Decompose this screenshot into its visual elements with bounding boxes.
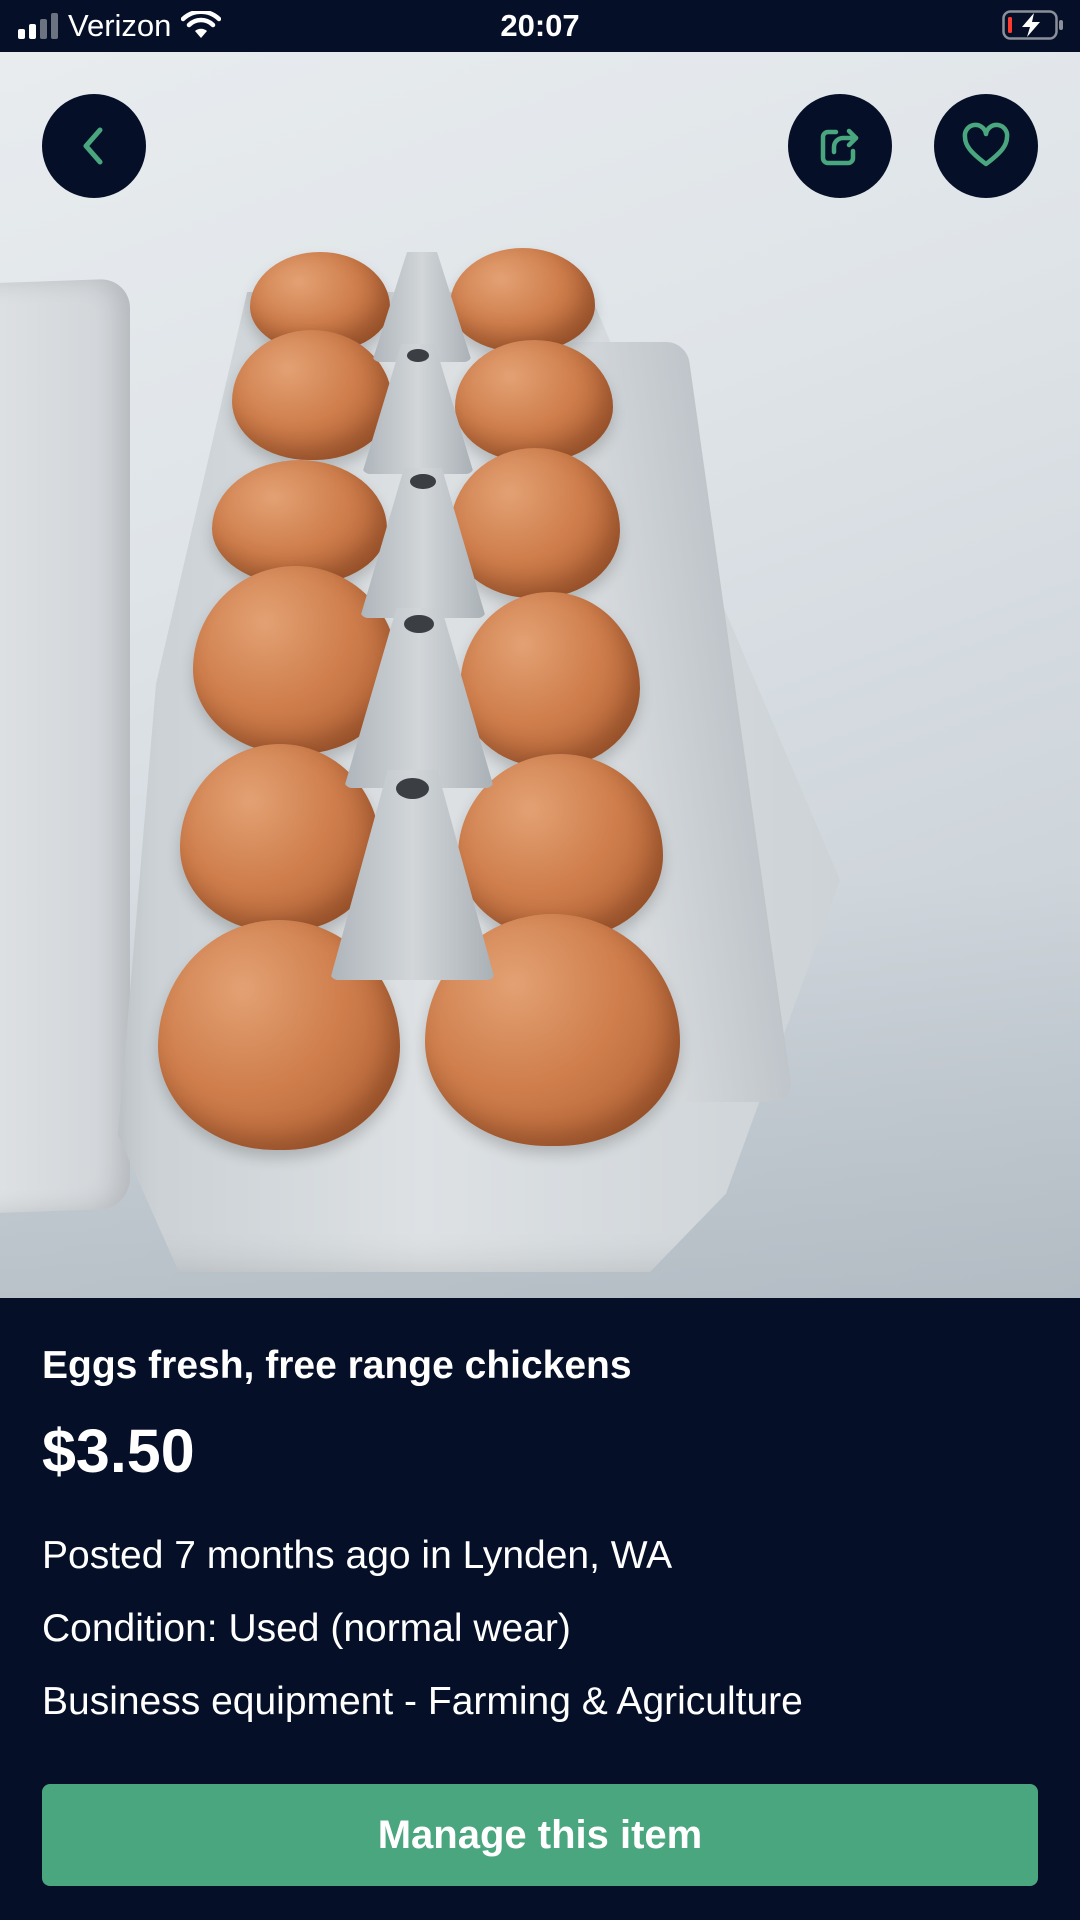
favorite-button[interactable] (934, 94, 1038, 198)
listing-detail-screen: Verizon 20:07 Eggs fresh, free range chi… (0, 0, 1080, 1920)
heart-icon (962, 122, 1010, 167)
battery-charging-icon (1002, 10, 1063, 40)
status-bar: Verizon 20:07 (0, 0, 1080, 52)
posted-info: Posted 7 months ago in Lynden, WA (42, 1534, 673, 1577)
status-time: 20:07 (500, 8, 580, 43)
category-info: Business equipment - Farming & Agricultu… (42, 1680, 803, 1723)
listing-price: $3.50 (42, 1417, 195, 1485)
share-button[interactable] (788, 94, 892, 198)
egg (450, 248, 595, 352)
listing-title: Eggs fresh, free range chickens (42, 1344, 632, 1387)
condition-info: Condition: Used (normal wear) (42, 1607, 571, 1650)
listing-photo[interactable] (0, 52, 1080, 1298)
manage-item-button[interactable]: Manage this item (42, 1784, 1038, 1886)
chevron-left-icon (83, 127, 103, 165)
back-button[interactable] (42, 94, 146, 198)
share-icon (820, 128, 859, 166)
egg (232, 330, 392, 460)
carton-lid (0, 278, 130, 1216)
egg (455, 340, 613, 462)
